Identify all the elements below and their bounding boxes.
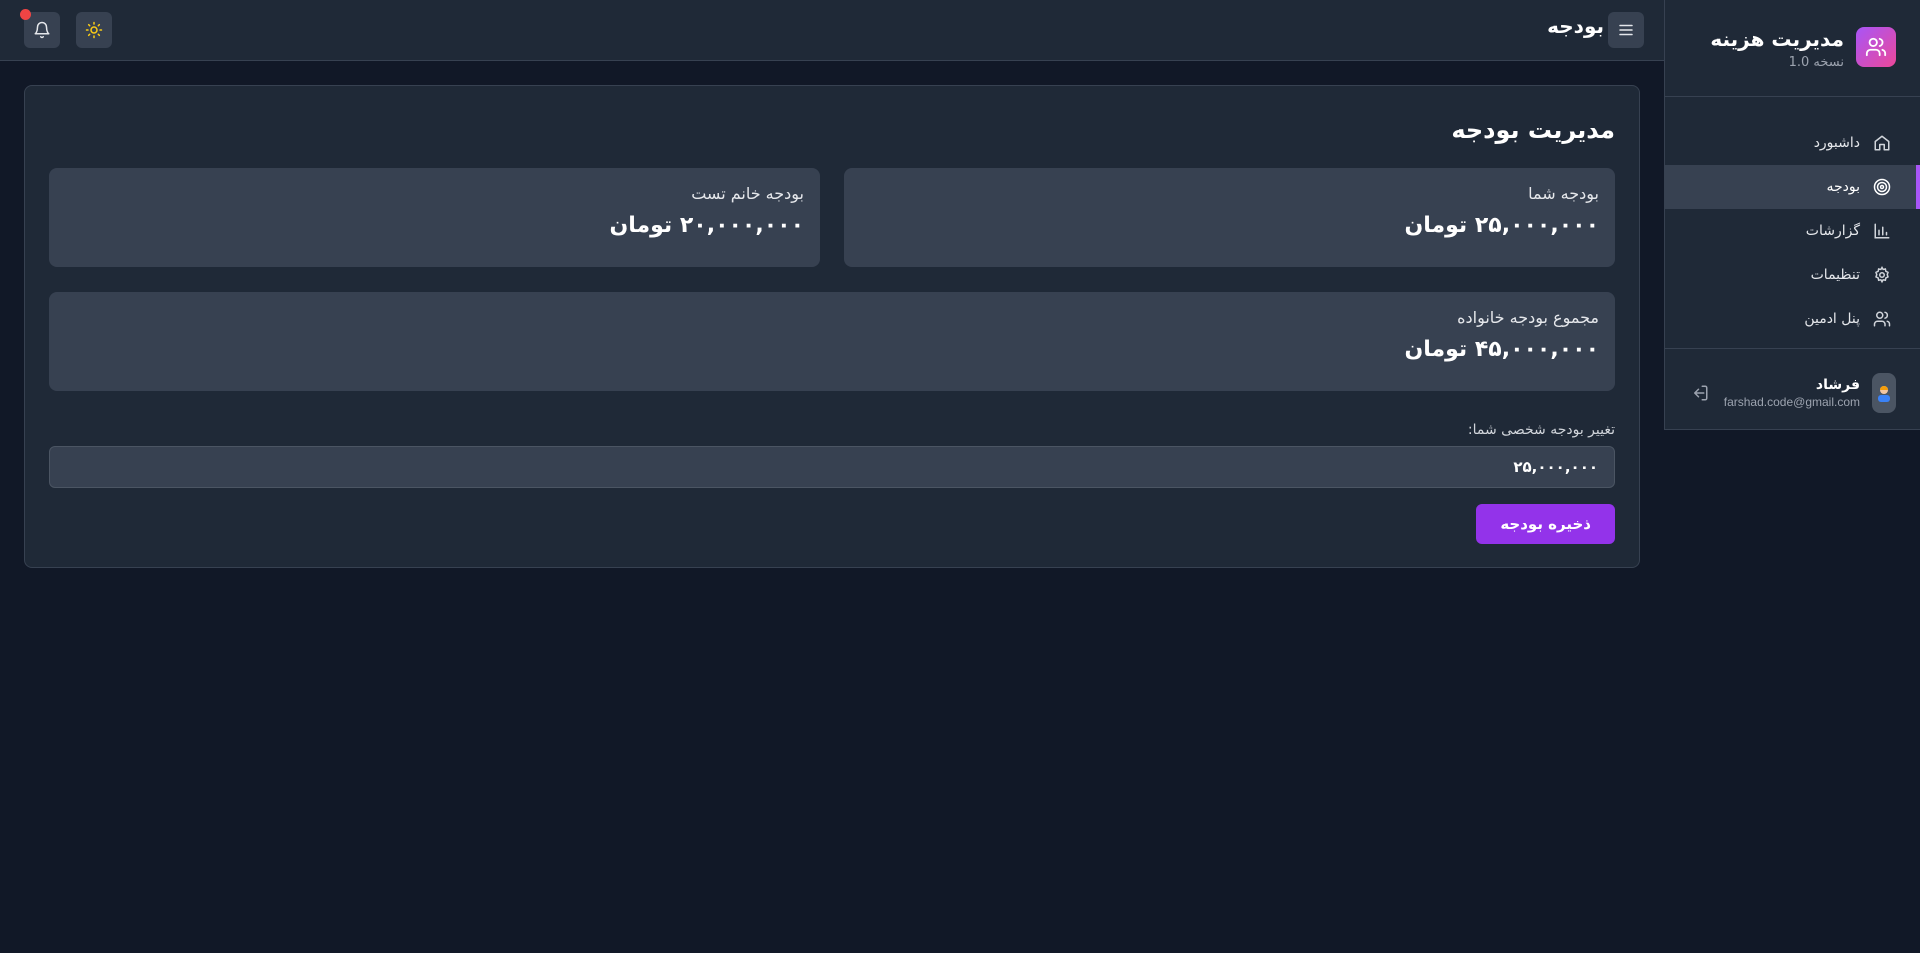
- sidebar-item-settings[interactable]: تنظیمات: [1665, 253, 1920, 297]
- home-icon: [1872, 133, 1892, 153]
- notification-dot: [20, 9, 31, 20]
- users-icon: [1865, 37, 1887, 57]
- top-header: بودجه: [0, 0, 1664, 61]
- sidebar-item-admin[interactable]: پنل ادمین: [1665, 297, 1920, 341]
- logout-icon: [1694, 385, 1708, 401]
- logout-button[interactable]: [1689, 382, 1711, 404]
- user-email: farshad.code@gmail.com: [1723, 395, 1860, 409]
- page-title: بودجه: [1547, 14, 1604, 38]
- gear-icon: [1872, 265, 1892, 285]
- menu-toggle-button[interactable]: [1608, 12, 1644, 48]
- sidebar-item-label: تنظیمات: [1810, 267, 1860, 283]
- family-total-label: مجموع بودجه خانواده: [1457, 308, 1599, 327]
- partner-budget-label: بودجه خانم تست: [691, 184, 804, 203]
- target-icon: [1872, 177, 1892, 197]
- brand: مدیریت هزینه نسخه 1.0: [1665, 0, 1920, 97]
- partner-budget-value: ۲۰,۰۰۰,۰۰۰ تومان: [609, 213, 804, 238]
- brand-title: مدیریت هزینه: [1710, 27, 1844, 51]
- sun-icon: [85, 21, 103, 39]
- budget-input[interactable]: [49, 446, 1615, 488]
- bell-icon: [34, 21, 50, 39]
- sidebar-item-label: پنل ادمین: [1804, 311, 1860, 327]
- bar-chart-icon: [1872, 221, 1892, 241]
- menu-icon: [1619, 24, 1633, 36]
- sidebar-item-label: گزارشات: [1805, 223, 1860, 239]
- avatar: [1872, 373, 1896, 413]
- budget-stats: بودجه شما ۲۵,۰۰۰,۰۰۰ تومان بودجه خانم تس…: [49, 168, 1615, 267]
- sidebar: مدیریت هزینه نسخه 1.0 داشبورد بودجه گزار…: [1664, 0, 1920, 430]
- sidebar-item-budget[interactable]: بودجه: [1665, 165, 1920, 209]
- family-total-value: ۴۵,۰۰۰,۰۰۰ تومان: [1404, 337, 1599, 362]
- users-icon: [1872, 309, 1892, 329]
- sidebar-item-dashboard[interactable]: داشبورد: [1665, 121, 1920, 165]
- your-budget-value: ۲۵,۰۰۰,۰۰۰ تومان: [1404, 213, 1599, 238]
- sidebar-item-label: بودجه: [1826, 179, 1860, 195]
- family-total-card: مجموع بودجه خانواده ۴۵,۰۰۰,۰۰۰ تومان: [49, 292, 1615, 391]
- user-profile: فرشاد farshad.code@gmail.com: [1665, 349, 1920, 413]
- your-budget-card: بودجه شما ۲۵,۰۰۰,۰۰۰ تومان: [844, 168, 1615, 267]
- budget-input-label: تغییر بودجه شخصی شما:: [1467, 422, 1615, 438]
- sidebar-item-reports[interactable]: گزارشات: [1665, 209, 1920, 253]
- partner-budget-card: بودجه خانم تست ۲۰,۰۰۰,۰۰۰ تومان: [49, 168, 820, 267]
- budget-management-card: مدیریت بودجه بودجه شما ۲۵,۰۰۰,۰۰۰ تومان …: [24, 85, 1640, 568]
- user-name: فرشاد: [1815, 377, 1860, 393]
- brand-logo: [1856, 27, 1896, 67]
- sidebar-nav: داشبورد بودجه گزارشات تنظیمات پنل ادمین: [1665, 97, 1920, 341]
- theme-toggle-button[interactable]: [76, 12, 112, 48]
- brand-version: نسخه 1.0: [1788, 55, 1844, 70]
- your-budget-label: بودجه شما: [1528, 184, 1599, 203]
- sidebar-item-label: داشبورد: [1813, 135, 1860, 151]
- card-title: مدیریت بودجه: [1451, 116, 1615, 144]
- save-budget-button[interactable]: ذخیره بودجه: [1476, 504, 1615, 544]
